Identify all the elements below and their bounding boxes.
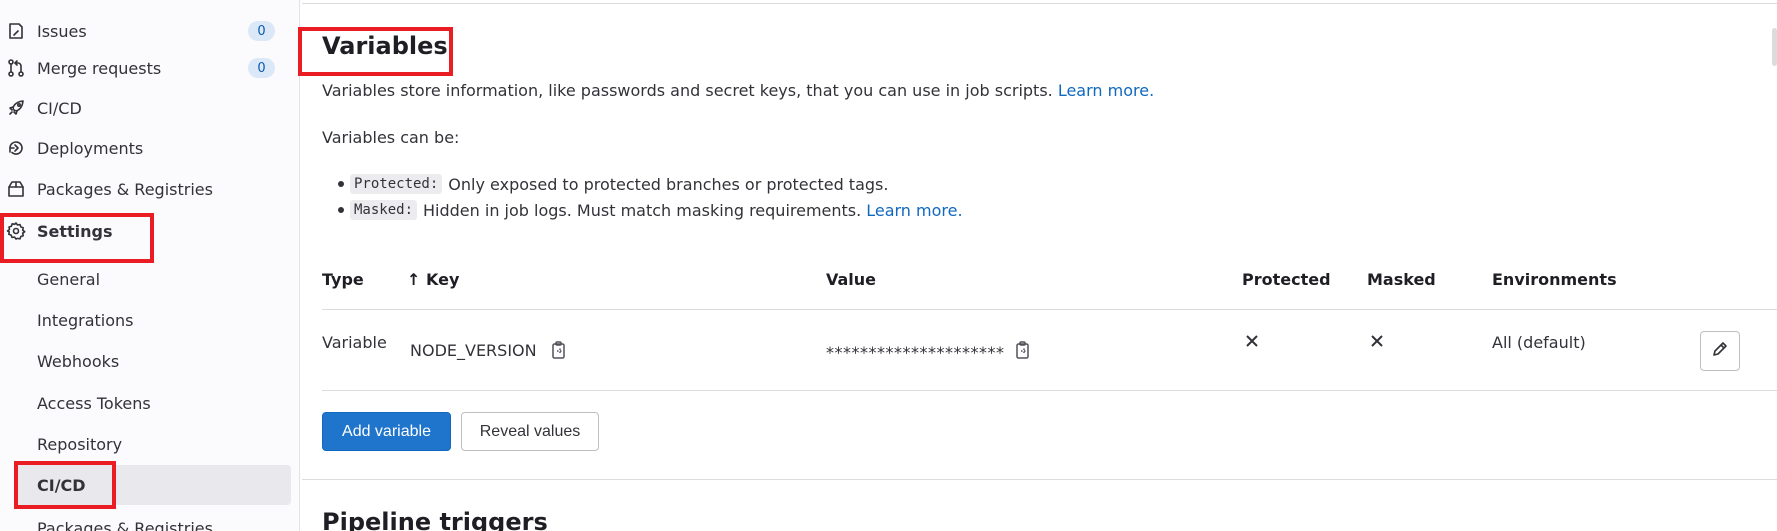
sidebar-item-label: Packages & Registries: [37, 179, 213, 199]
divider: [322, 390, 1777, 391]
bullet-text: Only exposed to protected branches or pr…: [448, 174, 889, 194]
deployments-icon: [6, 138, 26, 158]
reveal-values-button[interactable]: Reveal values: [461, 412, 599, 451]
variable-value-masked: *********************: [826, 343, 1005, 362]
divider: [302, 479, 1777, 480]
bullet-dot: [338, 181, 344, 187]
sidebar-subitem-repository[interactable]: Repository: [0, 426, 300, 462]
divider: [322, 309, 1777, 310]
sidebar-item-label: Settings: [37, 221, 113, 241]
bullet-dot: [338, 207, 344, 213]
masked-no-icon: [1369, 333, 1385, 349]
bullet-text: Hidden in job logs. Must match masking r…: [423, 200, 862, 220]
variable-key: NODE_VERSION: [410, 341, 537, 360]
sidebar-item-merge-requests[interactable]: Merge requests 0: [0, 50, 300, 86]
count-badge: 0: [248, 58, 275, 78]
variable-environments: All (default): [1492, 333, 1586, 352]
add-variable-button[interactable]: Add variable: [322, 412, 451, 451]
learn-more-link[interactable]: Learn more.: [866, 201, 962, 220]
sidebar: Issues 0 Merge requests 0 CI/CD Deployme…: [0, 0, 300, 531]
description-text: Variables store information, like passwo…: [322, 81, 1053, 100]
sidebar-subitem-label: Packages & Registries: [37, 518, 213, 531]
sidebar-item-label: Merge requests: [37, 58, 162, 78]
sort-arrow-icon: ↑: [407, 270, 421, 289]
sidebar-subitem-label: Access Tokens: [37, 393, 151, 413]
sidebar-subitem-ci-cd[interactable]: CI/CD: [14, 465, 291, 505]
section-description: Variables store information, like passwo…: [322, 81, 1154, 100]
copy-value-icon[interactable]: [1014, 340, 1032, 360]
count-badge: 0: [248, 21, 275, 41]
sidebar-item-ci-cd[interactable]: CI/CD: [0, 90, 300, 126]
pipeline-triggers-title: Pipeline triggers: [322, 508, 548, 531]
divider: [302, 3, 1777, 4]
rocket-icon: [6, 98, 26, 118]
variables-can-be-text: Variables can be:: [322, 128, 460, 147]
sidebar-subitem-webhooks[interactable]: Webhooks: [0, 343, 300, 379]
sidebar-item-packages[interactable]: Packages & Registries: [0, 171, 300, 207]
sidebar-subitem-label: General: [37, 269, 101, 289]
code-label: Masked:: [350, 200, 418, 220]
sidebar-subitem-integrations[interactable]: Integrations: [0, 302, 300, 338]
copy-key-icon[interactable]: [550, 340, 568, 360]
column-header-key[interactable]: ↑ Key: [407, 270, 459, 289]
list-item: Masked: Hidden in job logs. Must match m…: [338, 200, 963, 220]
sidebar-subitem-label: Webhooks: [37, 351, 120, 371]
sidebar-item-settings[interactable]: Settings: [0, 213, 300, 249]
variable-type: Variable: [322, 333, 387, 352]
sidebar-item-issues[interactable]: Issues 0: [0, 13, 300, 49]
sidebar-subitem-packages[interactable]: Packages & Registries: [0, 510, 300, 531]
sidebar-item-label: Issues: [37, 21, 87, 41]
column-header-key-label: Key: [425, 270, 460, 289]
section-title: Variables: [322, 32, 448, 60]
sidebar-subitem-general[interactable]: General: [0, 261, 300, 297]
column-header-masked: Masked: [1367, 270, 1436, 289]
column-header-type: Type: [322, 270, 364, 289]
edit-variable-button[interactable]: [1700, 331, 1740, 371]
sidebar-subitem-access-tokens[interactable]: Access Tokens: [0, 385, 300, 421]
sidebar-item-label: CI/CD: [37, 98, 82, 118]
column-header-value: Value: [826, 270, 877, 289]
gear-icon: [6, 221, 26, 241]
scrollbar[interactable]: [1772, 28, 1777, 66]
main-content: Variables Variables store information, l…: [302, 0, 1777, 531]
column-header-protected: Protected: [1242, 270, 1331, 289]
list-item: Protected: Only exposed to protected bra…: [338, 174, 888, 194]
sidebar-item-deployments[interactable]: Deployments: [0, 130, 300, 166]
code-label: Protected:: [350, 174, 443, 194]
sidebar-subitem-label: Integrations: [37, 310, 134, 330]
sidebar-item-label: Deployments: [37, 138, 144, 158]
merge-request-icon: [6, 58, 26, 78]
package-icon: [6, 179, 26, 199]
protected-no-icon: [1244, 333, 1260, 349]
issues-icon: [6, 21, 26, 41]
sidebar-subitem-label: Repository: [37, 434, 123, 454]
learn-more-link[interactable]: Learn more.: [1058, 81, 1154, 100]
column-header-environments: Environments: [1492, 270, 1617, 289]
sidebar-subitem-label: CI/CD: [37, 475, 86, 495]
pencil-icon: [1711, 340, 1729, 362]
